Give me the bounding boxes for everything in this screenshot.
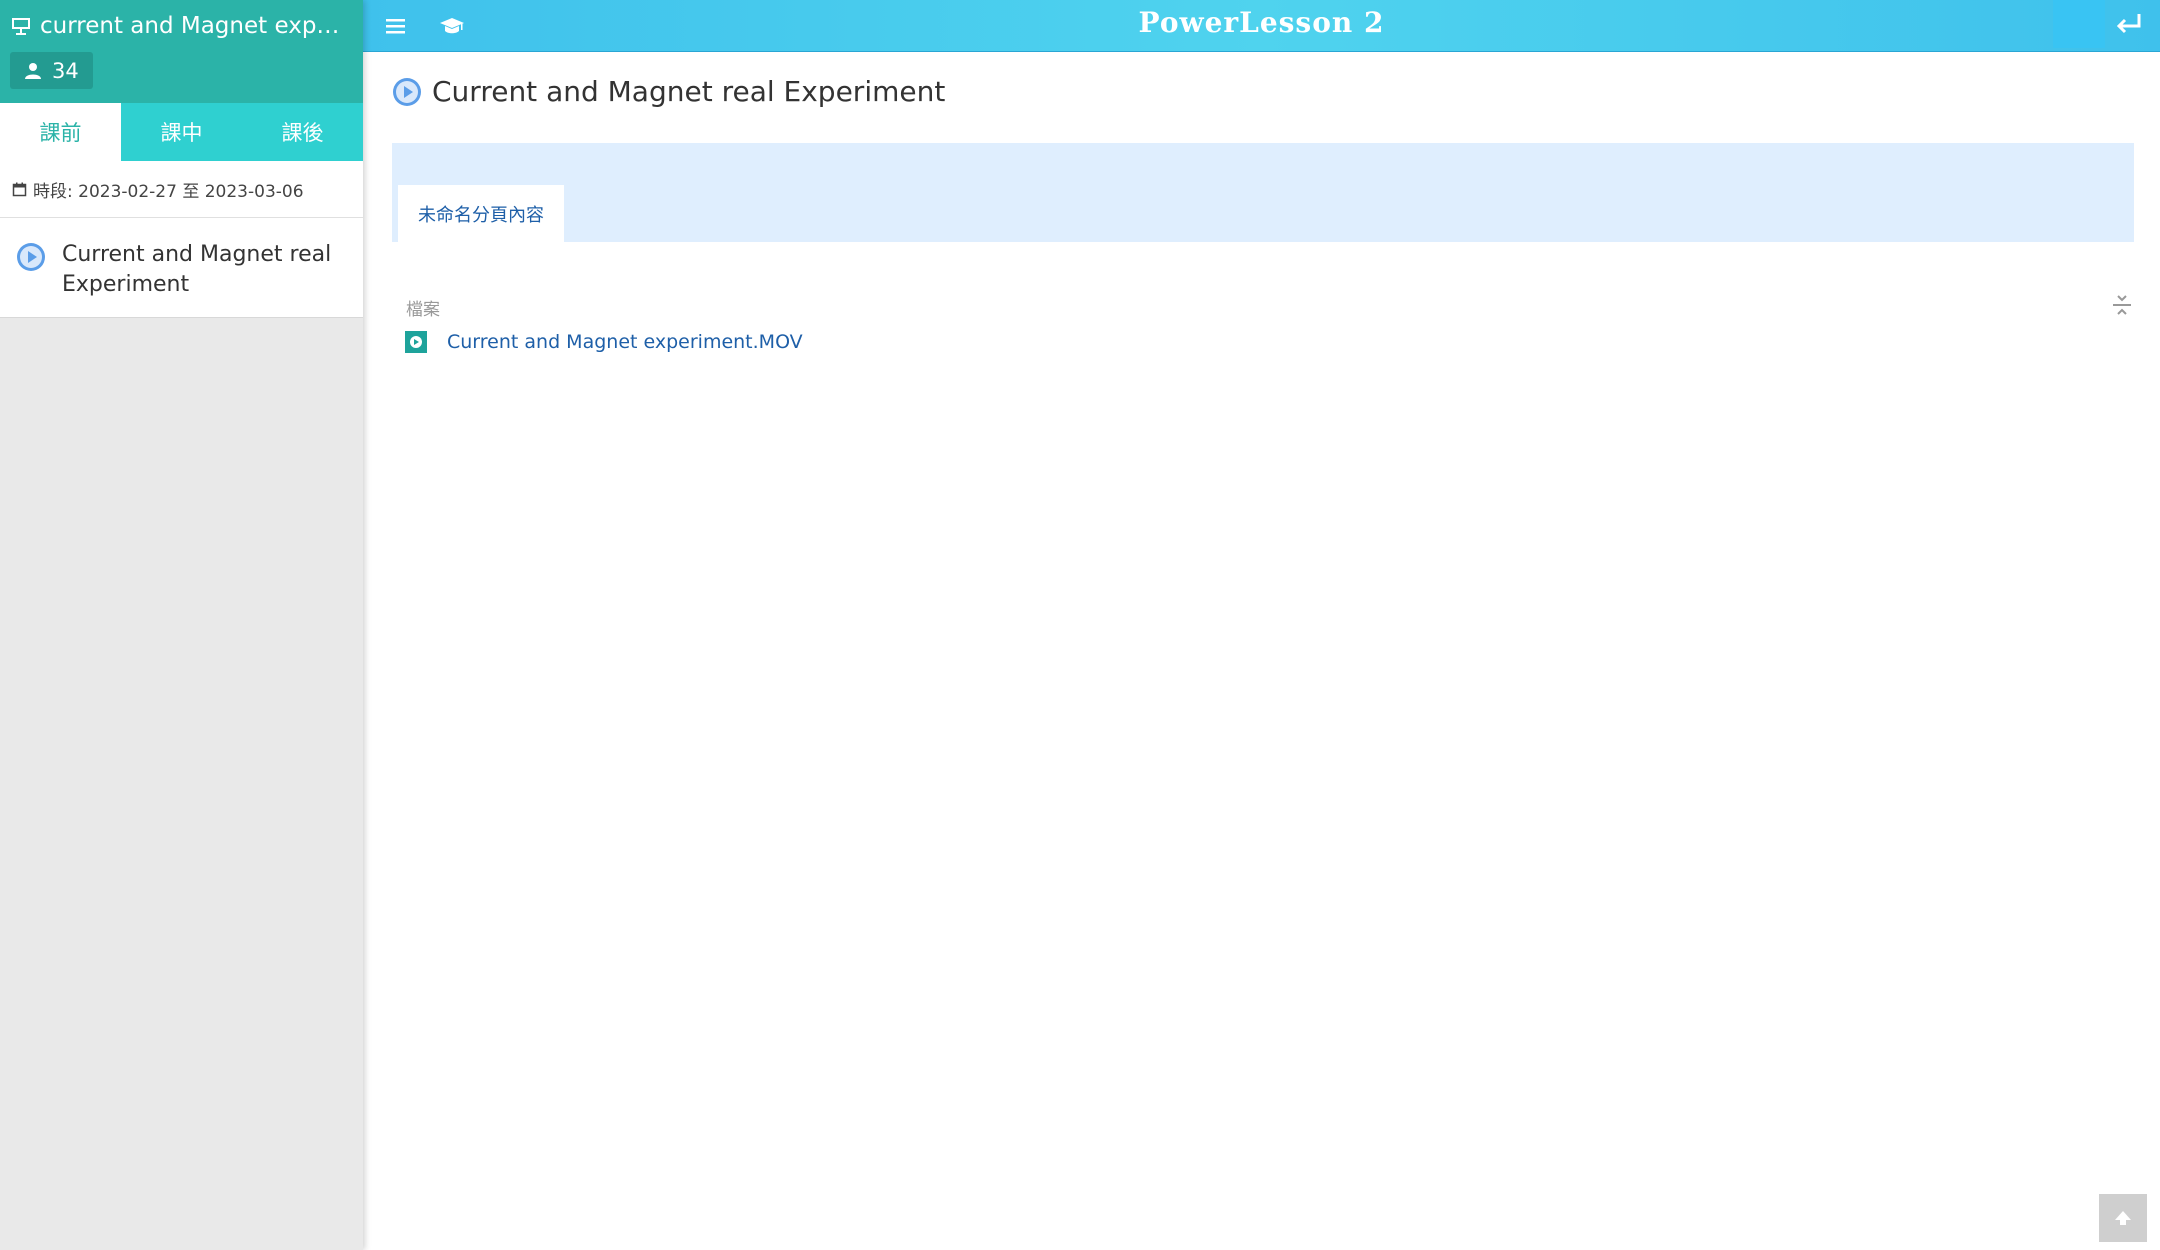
scroll-to-top-button[interactable]	[2099, 1194, 2147, 1242]
sidebar-item-activity[interactable]: Current and Magnet real Experiment	[0, 218, 363, 318]
sidebar-header: current and Magnet experi... 34	[0, 0, 363, 103]
course-title: current and Magnet experi...	[40, 13, 353, 39]
sidebar: current and Magnet experi... 34 課前 課中 課後	[0, 0, 363, 1250]
tab-untitled-page[interactable]: 未命名分頁內容	[398, 185, 564, 242]
play-circle-icon	[17, 243, 45, 271]
files-section-label: 檔案	[406, 300, 440, 320]
app-root: current and Magnet experi... 34 課前 課中 課後	[0, 0, 2160, 1250]
calendar-icon	[12, 182, 27, 196]
page-title: Current and Magnet real Experiment	[432, 75, 946, 108]
member-count: 34	[52, 58, 79, 83]
user-menu-button[interactable]	[2053, 0, 2105, 48]
stage-tabs: 課前 課中 課後	[0, 103, 363, 161]
sidebar-item-label: Current and Magnet real Experiment	[62, 242, 332, 297]
app-logo: PowerLesson 2	[1138, 6, 1385, 39]
arrow-up-icon	[2115, 1211, 2131, 1225]
file-item[interactable]: Current and Magnet experiment.MOV	[405, 331, 803, 353]
logout-icon[interactable]	[2113, 10, 2145, 38]
period-text: 時段: 2023-02-27 至 2023-03-06	[33, 181, 304, 202]
collapse-icon[interactable]	[2111, 294, 2133, 316]
presentation-board-icon	[12, 18, 30, 35]
main-content: Current and Magnet real Experiment 未命名分頁…	[363, 53, 2160, 1250]
content-tab-strip: 未命名分頁內容	[392, 143, 2134, 242]
period-row: 時段: 2023-02-27 至 2023-03-06	[0, 161, 363, 218]
page-heading: Current and Magnet real Experiment	[392, 75, 945, 108]
course-title-row[interactable]: current and Magnet experi...	[10, 0, 353, 52]
user-icon	[25, 62, 41, 79]
play-circle-icon	[393, 77, 421, 106]
file-name-link[interactable]: Current and Magnet experiment.MOV	[447, 331, 803, 353]
top-bar: PowerLesson 2	[363, 0, 2160, 52]
tab-during-class[interactable]: 課中	[121, 103, 242, 161]
video-file-icon	[405, 331, 427, 353]
tab-after-class[interactable]: 課後	[242, 103, 363, 161]
tab-before-class[interactable]: 課前	[0, 103, 121, 161]
member-count-badge[interactable]: 34	[10, 52, 93, 89]
